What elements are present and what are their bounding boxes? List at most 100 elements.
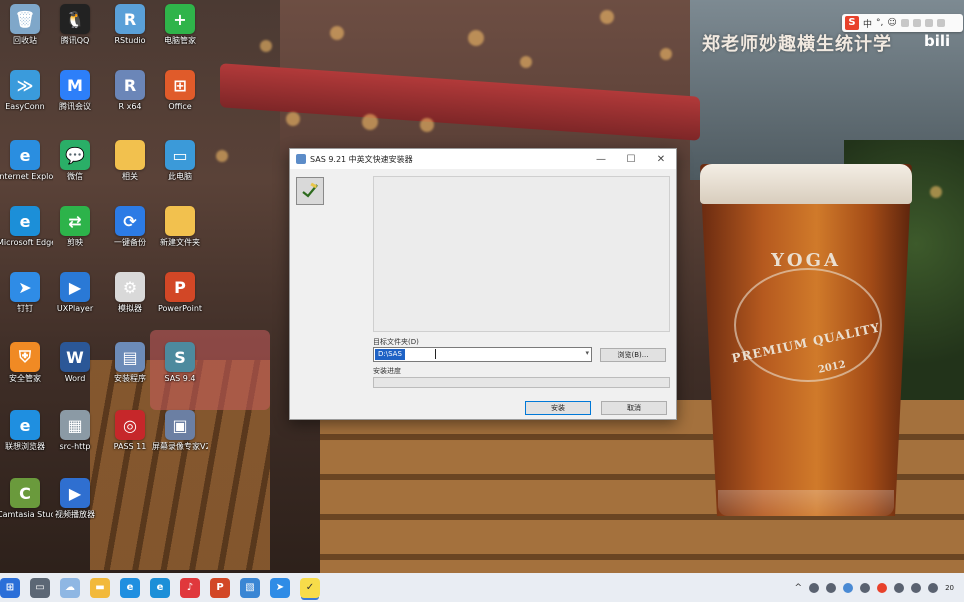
window-titlebar[interactable]: SAS 9.21 中英文快速安装器 — ☐ ✕ — [290, 149, 676, 169]
desktop-icon[interactable]: ▦ src-http — [47, 410, 103, 452]
desktop-icon[interactable]: R R x64 — [102, 70, 158, 112]
desktop-icon-label[interactable]: 一键备份 — [102, 238, 158, 248]
show-hidden-icons-chevron-icon[interactable]: ^ — [795, 583, 803, 593]
desktop-icon-label[interactable]: 屏幕录像专家V2021 — [152, 442, 208, 452]
desktop-icon[interactable]: R RStudio — [102, 4, 158, 46]
pc-manager-icon[interactable]: + — [165, 4, 195, 34]
ime-punctuation-toggle[interactable]: °, — [876, 18, 883, 28]
desktop-icon-label[interactable]: 钉钉 — [0, 304, 53, 314]
desktop-icon-label[interactable]: 剪映 — [47, 238, 103, 248]
folder-icon[interactable] — [115, 140, 145, 170]
powerpoint-taskbar-icon[interactable]: P — [210, 577, 230, 598]
powerpoint-icon[interactable]: P — [165, 272, 195, 302]
desktop-icon[interactable]: 相关 — [102, 140, 158, 182]
battery-icon[interactable] — [928, 582, 939, 593]
install-button[interactable]: 安装 — [525, 401, 591, 415]
ime-mic-icon[interactable] — [900, 19, 909, 27]
new-folder-icon[interactable] — [165, 206, 195, 236]
security-icon[interactable]: ⛨ — [10, 342, 40, 372]
chevron-down-icon[interactable]: ▾ — [585, 349, 589, 357]
penguin-tray-icon[interactable] — [826, 582, 837, 593]
desktop-icon-label[interactable]: 回收站 — [0, 36, 53, 46]
sas-shortcut-icon[interactable]: S — [165, 342, 195, 372]
desktop-icon-label[interactable]: Office — [152, 102, 208, 112]
desktop-icon[interactable]: S SAS 9.4 — [152, 342, 208, 384]
desktop-icon-label[interactable]: 模拟器 — [102, 304, 158, 314]
shield-tray-icon[interactable] — [860, 582, 871, 593]
browser-icon[interactable]: e — [120, 577, 140, 598]
desktop-icon-label[interactable]: 腾讯QQ — [47, 36, 103, 46]
desktop-icon[interactable]: 新建文件夹 — [152, 206, 208, 248]
start-icon[interactable]: ⊞ — [0, 577, 20, 598]
desktop-icon-label[interactable]: Word — [47, 374, 103, 384]
rstudio-icon[interactable]: R — [115, 4, 145, 34]
desktop-icon-label[interactable]: R x64 — [102, 102, 158, 112]
wechat-icon[interactable]: 💬 — [60, 140, 90, 170]
desktop-icon-label[interactable]: 新建文件夹 — [152, 238, 208, 248]
clock-text[interactable]: 20 — [945, 584, 954, 592]
ime-mode-toggle[interactable]: 中 — [863, 17, 872, 30]
desktop-icon[interactable]: ⊞ Office — [152, 70, 208, 112]
target-folder-value[interactable]: D:\SAS — [375, 349, 405, 360]
desktop-icon[interactable]: ▭ 此电脑 — [152, 140, 208, 182]
cancel-button[interactable]: 取消 — [601, 401, 667, 415]
ime-emoji-button[interactable]: ☺ — [887, 18, 896, 28]
desktop-icon[interactable]: 🗑 回收站 — [0, 4, 53, 46]
screen-recorder-icon[interactable]: ▣ — [165, 410, 195, 440]
wifi-icon[interactable] — [894, 582, 905, 593]
close-button[interactable]: ✕ — [646, 149, 676, 169]
task-view-icon[interactable]: ▭ — [30, 577, 50, 598]
desktop-icon-label[interactable]: Microsoft Edge — [0, 238, 53, 248]
uxplayer-icon[interactable]: ▶ — [60, 272, 90, 302]
tencent-meeting-icon[interactable]: M — [60, 70, 90, 100]
dingtalk-taskbar-icon[interactable]: ➤ — [270, 577, 290, 598]
microphone-tray-icon[interactable] — [843, 582, 854, 593]
desktop-icon[interactable]: ▣ 屏幕录像专家V2021 — [152, 410, 208, 452]
desktop-icon-label[interactable]: 微信 — [47, 172, 103, 182]
desktop-icon-label[interactable]: 电脑管家 — [152, 36, 208, 46]
file-explorer-icon[interactable]: ▬ — [90, 577, 110, 598]
volume-icon[interactable] — [911, 582, 922, 593]
desktop-icon[interactable]: ◎ PASS 11 — [102, 410, 158, 452]
recycle-bin-icon[interactable]: 🗑 — [10, 4, 40, 34]
desktop-icon-label[interactable]: 联想浏览器 — [0, 442, 53, 452]
ime-menu-icon[interactable] — [936, 19, 945, 27]
desktop-icon-label[interactable]: RStudio — [102, 36, 158, 46]
ime-keyboard-icon[interactable] — [912, 19, 921, 27]
desktop-icon-label[interactable]: 相关 — [102, 172, 158, 182]
edge-taskbar-icon[interactable]: e — [150, 577, 170, 598]
installer-icon[interactable]: ▤ — [115, 342, 145, 372]
desktop-icon[interactable]: 💬 微信 — [47, 140, 103, 182]
desktop-icon-label[interactable]: SAS 9.4 — [152, 374, 208, 384]
maximize-button[interactable]: ☐ — [616, 149, 646, 169]
sogou-ime-icon[interactable]: S — [845, 16, 859, 30]
desktop-icon-label[interactable]: 安全管家 — [0, 374, 53, 384]
edge-icon[interactable]: e — [10, 206, 40, 236]
desktop-icon[interactable]: ➤ 钉钉 — [0, 272, 53, 314]
emulator-icon[interactable]: ⚙ — [115, 272, 145, 302]
desktop-icon-label[interactable]: src-http — [47, 442, 103, 452]
word-icon[interactable]: W — [60, 342, 90, 372]
desktop-icon-label[interactable]: PASS 11 — [102, 442, 158, 452]
desktop-icon[interactable]: ≫ EasyConn — [0, 70, 53, 112]
desktop-icon[interactable]: ⟳ 一键备份 — [102, 206, 158, 248]
desktop-icon[interactable]: C Camtasia Studio 8 — [0, 478, 53, 520]
desktop-icon[interactable]: ⛨ 安全管家 — [0, 342, 53, 384]
sogou-tray-icon[interactable] — [877, 582, 888, 593]
desktop-icon-label[interactable]: 此电脑 — [152, 172, 208, 182]
ime-toolbar[interactable]: S 中 °, ☺ — [842, 14, 963, 32]
cloud-tray-icon[interactable] — [809, 582, 820, 593]
backup-icon[interactable]: ⟳ — [115, 206, 145, 236]
desktop-icon[interactable]: e Microsoft Edge — [0, 206, 53, 248]
desktop-icon[interactable]: ▤ 安装程序 — [102, 342, 158, 384]
desktop-icon[interactable]: W Word — [47, 342, 103, 384]
desktop-icon[interactable]: 🐧 腾讯QQ — [47, 4, 103, 46]
desktop-icon[interactable]: ⚙ 模拟器 — [102, 272, 158, 314]
photos-icon[interactable]: ▧ — [240, 577, 260, 598]
weather-icon[interactable]: ☁ — [60, 577, 80, 598]
desktop-icon-label[interactable]: UXPlayer — [47, 304, 103, 314]
desktop-icon[interactable]: e Internet Explorer — [0, 140, 53, 182]
easyconn-icon[interactable]: ≫ — [10, 70, 40, 100]
sas-installer-taskbar-icon[interactable]: ✓ — [300, 577, 320, 598]
ie-icon[interactable]: e — [10, 140, 40, 170]
